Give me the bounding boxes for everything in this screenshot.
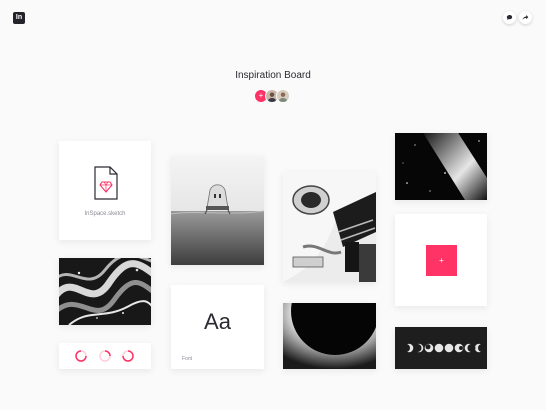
share-button[interactable] [519,11,532,24]
file-name: InSpace.sketch [84,211,126,217]
image-card-spacesuit[interactable] [283,172,376,282]
spacesuit-image [283,172,376,282]
moon-phases-image [395,327,487,369]
marble-image [59,258,151,325]
comment-icon [506,15,513,21]
image-card-eclipse[interactable] [283,303,376,369]
eclipse-image [283,303,376,369]
add-item-button[interactable]: + [426,245,457,276]
add-card[interactable]: + [395,214,487,306]
avatar[interactable] [276,89,290,103]
board-title: Inspiration Board [235,70,311,81]
image-card-galaxy[interactable] [395,133,487,200]
font-label: Font [182,356,193,362]
font-sample: Aa [204,309,231,334]
share-icon [522,15,529,20]
font-card[interactable]: Aa Font [171,285,264,369]
image-card-moon-phases[interactable] [395,327,487,369]
invision-logo[interactable]: In [13,12,25,24]
loading-spinners [75,350,134,362]
galaxy-image [395,133,487,200]
sketch-file-card[interactable]: InSpace.sketch [59,141,151,240]
sketch-file-icon [94,166,118,200]
capsule-image [171,156,264,265]
image-card-marble[interactable] [59,258,151,325]
comment-button[interactable] [503,11,516,24]
image-card-capsule[interactable] [171,156,264,265]
loader-card[interactable] [59,343,151,369]
